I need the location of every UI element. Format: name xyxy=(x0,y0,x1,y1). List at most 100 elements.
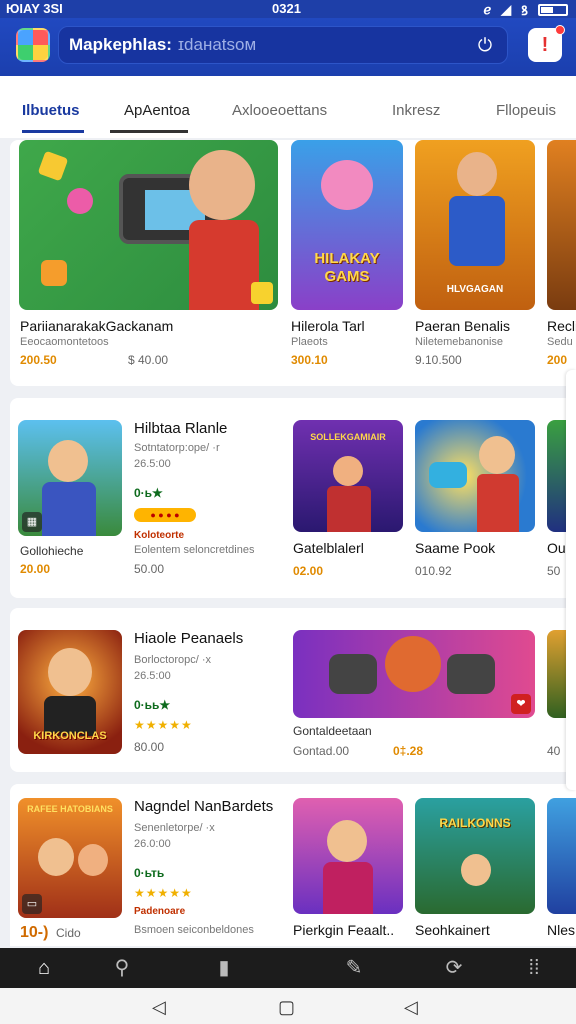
bottom-nav: ⌂ ⚲ ▮ ✎ ⟳ ⁞⁞ xyxy=(0,948,576,988)
app-stars-4: ★★★★★ xyxy=(134,886,193,900)
game-title-1[interactable]: PariianarakakGackanam xyxy=(20,318,210,334)
app-title-2[interactable]: Hilbtaa Rlanle xyxy=(134,420,274,437)
tab-2[interactable]: Axlooeoettans xyxy=(232,102,327,119)
search-input[interactable]: Mapkephlas: ɪdaнatsoм ⏻ xyxy=(58,26,508,64)
app-thumb-price-2: 20.00 xyxy=(20,562,51,576)
thumb-3-text: KIRKONCLAS xyxy=(33,730,107,742)
game-sub-1: Eeocaomontetoos xyxy=(20,336,109,348)
recent-icon[interactable]: ◁ xyxy=(404,997,418,1018)
game-tile-1[interactable] xyxy=(19,140,278,310)
app-price-3: 80.00 xyxy=(134,740,165,754)
banner-caption-3[interactable]: Gontaldeetaan xyxy=(293,724,372,738)
tab-selected-underline xyxy=(110,130,188,133)
app-thumb-caption-2: Gollohieche xyxy=(20,544,84,558)
game-title-10[interactable]: Seohkainert xyxy=(415,922,535,938)
tab-0[interactable]: Ilbuetus xyxy=(22,102,80,119)
wifi-icon: ◢ xyxy=(501,2,512,17)
game-title-3[interactable]: Paeran Benalis xyxy=(415,318,540,334)
app-logo-icon[interactable] xyxy=(16,28,50,62)
thumb-price-4: 10-) xyxy=(20,924,49,941)
poster-5-text: SOLLEKGAMIAIR xyxy=(310,432,386,442)
game-sub-2: Plaeots xyxy=(291,336,328,348)
app-price-2: 50.00 xyxy=(134,562,165,576)
tab-4[interactable]: Fllopeuis xyxy=(496,102,556,119)
game-banner-3[interactable]: ❤ xyxy=(293,630,535,718)
e-icon: ℯ xyxy=(483,2,492,17)
game-title-11[interactable]: Nles xyxy=(547,922,576,938)
game-tile-4[interactable] xyxy=(547,140,576,310)
tab-active-underline xyxy=(22,130,84,133)
notification-button[interactable]: ! xyxy=(528,25,565,62)
poster-2-text: HILAKAY GAMS xyxy=(314,250,380,285)
home-icon[interactable]: ⌂ xyxy=(30,956,58,980)
app-stars-3: ★★★★★ xyxy=(134,718,193,732)
game-price-7: 50 xyxy=(547,564,561,578)
search-placeholder: ɪdaнatsoм xyxy=(177,35,257,54)
game-tile-11[interactable] xyxy=(547,798,576,914)
app-title-4[interactable]: Nagndel NanBardets xyxy=(134,798,279,815)
game-price-8: 40 xyxy=(547,744,561,758)
app-sub-2a: Sotntatorp:ope/ ·r xyxy=(134,442,220,454)
game-price-1: 200.50 xyxy=(20,353,57,367)
game-title-2[interactable]: Hilerola Tarl xyxy=(291,318,403,334)
scrollbar[interactable] xyxy=(566,370,576,790)
battery-icon xyxy=(538,4,568,16)
tab-3[interactable]: Inkresz xyxy=(392,102,440,119)
back-icon[interactable]: ◁ xyxy=(152,997,166,1018)
app-sub-4c: Bsmoen seiconbeldones xyxy=(134,924,254,936)
app-row-card-2: ▦ Gollohieche 20.00 Hilbtaa Rlanle Sotnt… xyxy=(10,398,576,598)
signal-icon: ꝸ xyxy=(521,3,528,18)
brush-icon[interactable]: ✎ xyxy=(340,956,368,980)
poster-10-text: RAILKONNS xyxy=(439,816,511,830)
game-price-6: 010.92 xyxy=(415,564,452,578)
game-price-1b: $ 40.00 xyxy=(128,353,169,367)
search-icon[interactable]: ⚲ xyxy=(108,956,136,980)
game-title-6[interactable]: Saame Pook xyxy=(415,540,535,556)
app-rating-3: 0·ьь★ xyxy=(134,698,171,712)
power-icon[interactable]: ⏻ xyxy=(475,35,495,55)
app-sub-2b: 26.5:00 xyxy=(134,458,171,470)
game-tile-2[interactable]: HILAKAY GAMS xyxy=(291,140,403,310)
game-title-9[interactable]: Pierkgin Feaalt.. xyxy=(293,922,403,938)
thumb-4-text: RAFEE HATOBIANS xyxy=(27,804,113,814)
game-price-3: 9.10.500 xyxy=(415,353,462,367)
game-tile-10[interactable]: RAILKONNS xyxy=(415,798,535,914)
featured-row-card: PariianarakakGackanam Eeocaomontetoos 20… xyxy=(10,140,576,386)
game-tile-5[interactable]: SOLLEKGAMIAIR xyxy=(293,420,403,532)
game-sub-3: Niletemebanonise xyxy=(415,336,504,348)
tv-icon: ▭ xyxy=(22,894,42,914)
grid-icon[interactable]: ⁞⁞ xyxy=(520,956,548,980)
app-bar: Mapkephlas: ɪdaнatsoм ⏻ ! xyxy=(0,18,576,76)
alert-icon[interactable]: ▮ xyxy=(210,956,238,980)
game-price-5: 02.00 xyxy=(293,564,324,578)
game-tile-3[interactable]: HLVGAGAN xyxy=(415,140,535,310)
status-bar: ЮIAY 3SI 0321 ℯ ◢ ꝸ xyxy=(0,0,576,18)
calendar-icon: ▦ xyxy=(22,512,42,532)
game-title-5[interactable]: Gatelblalerl xyxy=(293,540,403,556)
game-tile-9[interactable] xyxy=(293,798,403,914)
game-price-2: 300.10 xyxy=(291,353,328,367)
app-sub-2c: Eolentem seloncretdines xyxy=(134,544,255,556)
app-title-3[interactable]: Hiaole Peanaels xyxy=(134,630,274,647)
tab-1[interactable]: ApAentoa xyxy=(124,102,190,119)
game-title-4[interactable]: Recli xyxy=(547,318,576,334)
app-thumb-2[interactable]: ▦ xyxy=(18,420,122,536)
banner-sub-3: Gontad.00 xyxy=(293,744,350,758)
home-square-icon[interactable]: ▢ xyxy=(278,997,295,1018)
status-icons: ℯ ◢ ꝸ xyxy=(483,1,568,19)
game-price-4: 200 xyxy=(547,353,568,367)
refresh-icon[interactable]: ⟳ xyxy=(440,956,468,980)
bookmark-icon[interactable]: ❤ xyxy=(511,694,531,714)
app-sub-4b: 26.0:00 xyxy=(134,838,171,850)
app-thumb-4[interactable]: RAFEE HATOBIANS ▭ xyxy=(18,798,122,918)
status-carrier: ЮIAY 3SI xyxy=(6,1,63,16)
game-tile-6[interactable] xyxy=(415,420,535,532)
app-sub-3b: 26.5:00 xyxy=(134,670,171,682)
game-sub-4: Sedu xyxy=(547,336,573,348)
app-sub-4a: Senenletorpe/ ·x xyxy=(134,822,215,834)
app-rating-2: 0·ь★ xyxy=(134,486,163,500)
banner-price-3: 0‡.28 xyxy=(393,744,424,758)
app-thumb-3[interactable]: KIRKONCLAS xyxy=(18,630,122,754)
thumb-price-4b: Cido xyxy=(56,926,81,940)
promo-badge-2: ● ● ● ● xyxy=(134,508,196,522)
